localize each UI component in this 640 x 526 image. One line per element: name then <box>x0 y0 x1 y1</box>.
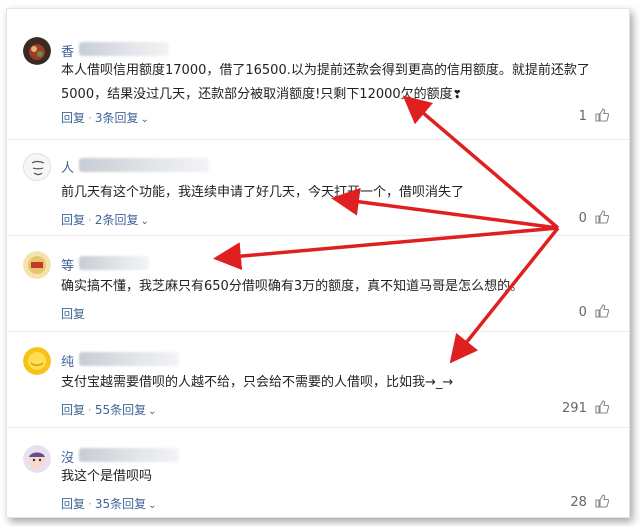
username[interactable]: 等 <box>61 255 74 274</box>
comment-item: 人 前几天有这个功能，我连续申请了好几天，今天打开一个，借呗消失了 回复 · 2条回… <box>7 139 629 236</box>
comment-item: 香 本人借呗信用额度17000，借了16500.以为提前还款会得到更高的信用额度… <box>7 9 629 140</box>
username[interactable]: 香 <box>61 41 74 60</box>
comment-item: 等 确实搞不懂，我芝麻只有650分借呗确有3万的额度，真不知道马哥是怎么想的。 … <box>7 235 629 332</box>
avatar-yellow-icon[interactable] <box>23 347 51 375</box>
like-count: 1 <box>578 109 587 124</box>
username-redaction <box>79 256 149 270</box>
thumbs-up-icon[interactable] <box>595 400 609 414</box>
chevron-down-icon: ⌄ <box>140 114 149 125</box>
broken-heart-icon: ❣ <box>452 88 462 101</box>
chevron-down-icon: ⌄ <box>140 216 149 227</box>
comment-text: 前几天有这个功能，我连续申请了好几天，今天打开一个，借呗消失了 <box>61 185 465 200</box>
like-control[interactable]: 291 <box>562 400 609 416</box>
thumbs-up-icon[interactable] <box>595 304 609 318</box>
avatar-cartoon-icon[interactable] <box>23 445 51 473</box>
comment-text: 支付宝越需要借呗的人越不给，只会给不需要的人借呗，比如我→_→ <box>61 375 454 390</box>
like-count: 0 <box>578 211 587 226</box>
reply-button[interactable]: 回复 <box>61 497 85 511</box>
comment-meta: 回复 · 35条回复 ⌄ <box>61 495 157 512</box>
chevron-down-icon: ⌄ <box>148 500 157 511</box>
comment-meta: 回复 · 2条回复 ⌄ <box>61 211 149 228</box>
like-control[interactable]: 28 <box>570 494 609 510</box>
reply-button[interactable]: 回复 <box>61 403 85 417</box>
view-replies-button[interactable]: 55条回复 ⌄ <box>95 403 157 417</box>
username-redaction <box>79 448 179 462</box>
comment-text: 我这个是借呗吗 <box>61 469 153 484</box>
comment-item: 纯 支付宝越需要借呗的人越不给，只会给不需要的人借呗，比如我→_→ 回复 · 55条… <box>7 331 629 428</box>
avatar-food-icon[interactable] <box>23 37 51 65</box>
avatar-badge-icon[interactable] <box>23 251 51 279</box>
meta-separator: · <box>88 213 92 227</box>
like-count: 291 <box>562 401 587 416</box>
username[interactable]: 纯 <box>61 351 74 370</box>
chevron-down-icon: ⌄ <box>148 406 157 417</box>
comment-meta: 回复 · 3条回复 ⌄ <box>61 109 149 126</box>
like-control[interactable]: 0 <box>579 304 609 320</box>
username-redaction <box>79 352 179 366</box>
comment-text: 本人借呗信用额度17000，借了16500.以为提前还款会得到更高的信用额度。就… <box>61 63 590 102</box>
reply-button[interactable]: 回复 <box>61 213 85 227</box>
view-replies-button[interactable]: 2条回复 ⌄ <box>95 213 149 227</box>
username[interactable]: 沒 <box>61 447 74 466</box>
reply-button[interactable]: 回复 <box>61 111 85 125</box>
username[interactable]: 人 <box>61 157 74 176</box>
username-redaction <box>79 158 209 172</box>
view-replies-button[interactable]: 35条回复 ⌄ <box>95 497 157 511</box>
username-redaction <box>79 42 169 56</box>
thumbs-up-icon[interactable] <box>595 210 609 224</box>
comment-list-frame: 香 本人借呗信用额度17000，借了16500.以为提前还款会得到更高的信用额度… <box>6 8 630 518</box>
comment-text: 确实搞不懂，我芝麻只有650分借呗确有3万的额度，真不知道马哥是怎么想的。 <box>61 279 524 294</box>
reply-button[interactable]: 回复 <box>61 307 85 321</box>
comment-meta: 回复 · 55条回复 ⌄ <box>61 401 157 418</box>
meta-separator: · <box>88 111 92 125</box>
thumbs-up-icon[interactable] <box>595 108 609 122</box>
comment-meta: 回复 <box>61 305 85 322</box>
like-control[interactable]: 1 <box>579 108 609 124</box>
like-count: 0 <box>578 305 587 320</box>
like-count: 28 <box>570 495 587 510</box>
like-control[interactable]: 0 <box>579 210 609 226</box>
view-replies-button[interactable]: 3条回复 ⌄ <box>95 111 149 125</box>
avatar-sketch-icon[interactable] <box>23 153 51 181</box>
meta-separator: · <box>88 403 92 417</box>
comment-item: 沒 我这个是借呗吗 回复 · 35条回复 ⌄ 28 <box>7 427 629 517</box>
thumbs-up-icon[interactable] <box>595 494 609 508</box>
meta-separator: · <box>88 497 92 511</box>
